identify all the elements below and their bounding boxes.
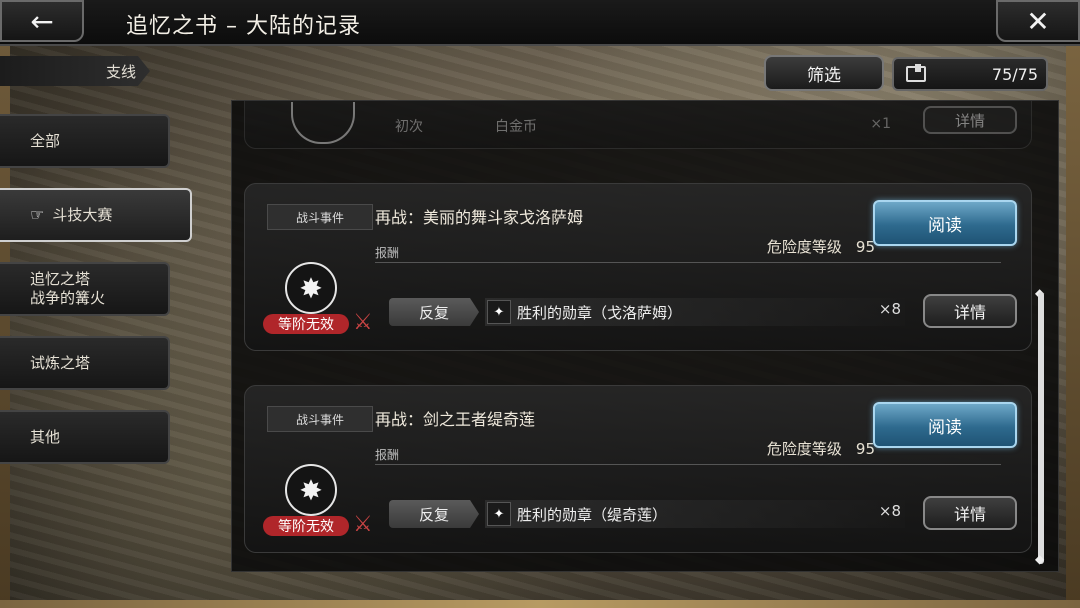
tab-other[interactable]: 其他: [0, 410, 170, 464]
medal-icon: ✸: [285, 464, 337, 516]
rank-invalid-badge: 等阶无效: [263, 314, 349, 334]
record-list-panel[interactable]: 初次 白金币 ×1 详情 战斗事件 再战：美丽的舞斗家戈洛萨姆 报酬 危险度等级…: [231, 100, 1059, 572]
pointing-hand-icon: ☞: [30, 205, 45, 224]
read-button[interactable]: 阅读: [873, 200, 1017, 246]
item-quantity: ×1: [870, 116, 891, 132]
scrollbar[interactable]: [1038, 292, 1044, 564]
detail-button[interactable]: 详情: [923, 294, 1017, 328]
danger-level: 危险度等级 95: [767, 438, 875, 459]
rank-invalid-badge: 等阶无效: [263, 516, 349, 536]
danger-label: 危险度等级: [766, 440, 842, 458]
danger-level: 危险度等级 95: [767, 236, 875, 257]
crossed-swords-icon: ⚔: [353, 310, 373, 335]
tab-all[interactable]: 全部: [0, 114, 170, 168]
scroll-down-icon[interactable]: ◆: [1035, 552, 1044, 566]
filter-button[interactable]: 筛选: [764, 55, 884, 91]
event-type-tag: 战斗事件: [267, 406, 373, 432]
repeat-label: 反复: [389, 298, 479, 326]
frame-right: [1066, 40, 1080, 608]
diamond-icon: ✦: [487, 502, 511, 526]
close-button[interactable]: ✕: [996, 0, 1080, 42]
event-type-tag: 战斗事件: [267, 204, 373, 230]
medal-icon: ✸: [285, 262, 337, 314]
diamond-icon: ✦: [487, 300, 511, 324]
back-button[interactable]: ←: [0, 0, 84, 42]
tab-label: 其他: [30, 427, 61, 446]
tab-arena[interactable]: ☞ 斗技大赛: [0, 188, 192, 242]
list-item-partial: 初次 白金币 ×1 详情: [244, 101, 1032, 149]
tab-trial-tower[interactable]: 试炼之塔: [0, 336, 170, 390]
reward-item: ✦ 胜利的勋章（戈洛萨姆）: [485, 298, 905, 326]
reward-label: 报酬: [375, 246, 400, 260]
reward-label: 报酬: [375, 448, 400, 462]
item-quantity: ×8: [878, 300, 901, 318]
repeat-label: 反复: [389, 500, 479, 528]
tab-label: 追忆之塔 战争的篝火: [30, 270, 106, 307]
list-item: 战斗事件 再战：美丽的舞斗家戈洛萨姆 报酬 危险度等级 95 阅读 ✸ 等阶无效 …: [244, 183, 1032, 351]
counter-value: 75/75: [991, 64, 1038, 84]
reward-item-name: 胜利的勋章（戈洛萨姆）: [517, 303, 683, 322]
tab-label: 试炼之塔: [30, 353, 91, 372]
record-counter: 75/75: [892, 57, 1048, 91]
divider: [375, 262, 1001, 263]
page-title: 追忆之书 – 大陆的记录: [126, 14, 361, 39]
read-button[interactable]: 阅读: [873, 402, 1017, 448]
coin-label: 白金币: [495, 119, 537, 135]
event-title: 再战：美丽的舞斗家戈洛萨姆: [375, 208, 584, 227]
reward-item-name: 胜利的勋章（缇奇莲）: [517, 505, 668, 524]
list-item: 战斗事件 再战：剑之王者缇奇莲 报酬 危险度等级 95 阅读 ✸ 等阶无效 ⚔ 反…: [244, 385, 1032, 553]
first-clear-label: 初次: [395, 119, 423, 135]
top-bar: ← 追忆之书 – 大陆的记录 ✕: [0, 0, 1080, 46]
tab-label: 全部: [30, 131, 61, 150]
event-title: 再战：剑之王者缇奇莲: [375, 410, 536, 429]
item-quantity: ×8: [878, 502, 901, 520]
close-icon: ✕: [1026, 4, 1050, 38]
tab-memory-tower[interactable]: 追忆之塔 战争的篝火: [0, 262, 170, 316]
reward-item: ✦ 胜利的勋章（缇奇莲）: [485, 500, 905, 528]
danger-label: 危险度等级: [766, 238, 842, 256]
book-icon: [906, 64, 926, 82]
divider: [375, 464, 1001, 465]
tab-label: 斗技大赛: [52, 205, 113, 224]
back-arrow-icon: ←: [30, 4, 54, 38]
crossed-swords-icon: ⚔: [353, 512, 373, 537]
detail-button[interactable]: 详情: [923, 496, 1017, 530]
frame-bottom: [0, 600, 1080, 608]
detail-button[interactable]: 详情: [923, 106, 1017, 134]
sidebar-subline-label: 支线: [0, 56, 150, 86]
medal-icon: [291, 102, 355, 144]
